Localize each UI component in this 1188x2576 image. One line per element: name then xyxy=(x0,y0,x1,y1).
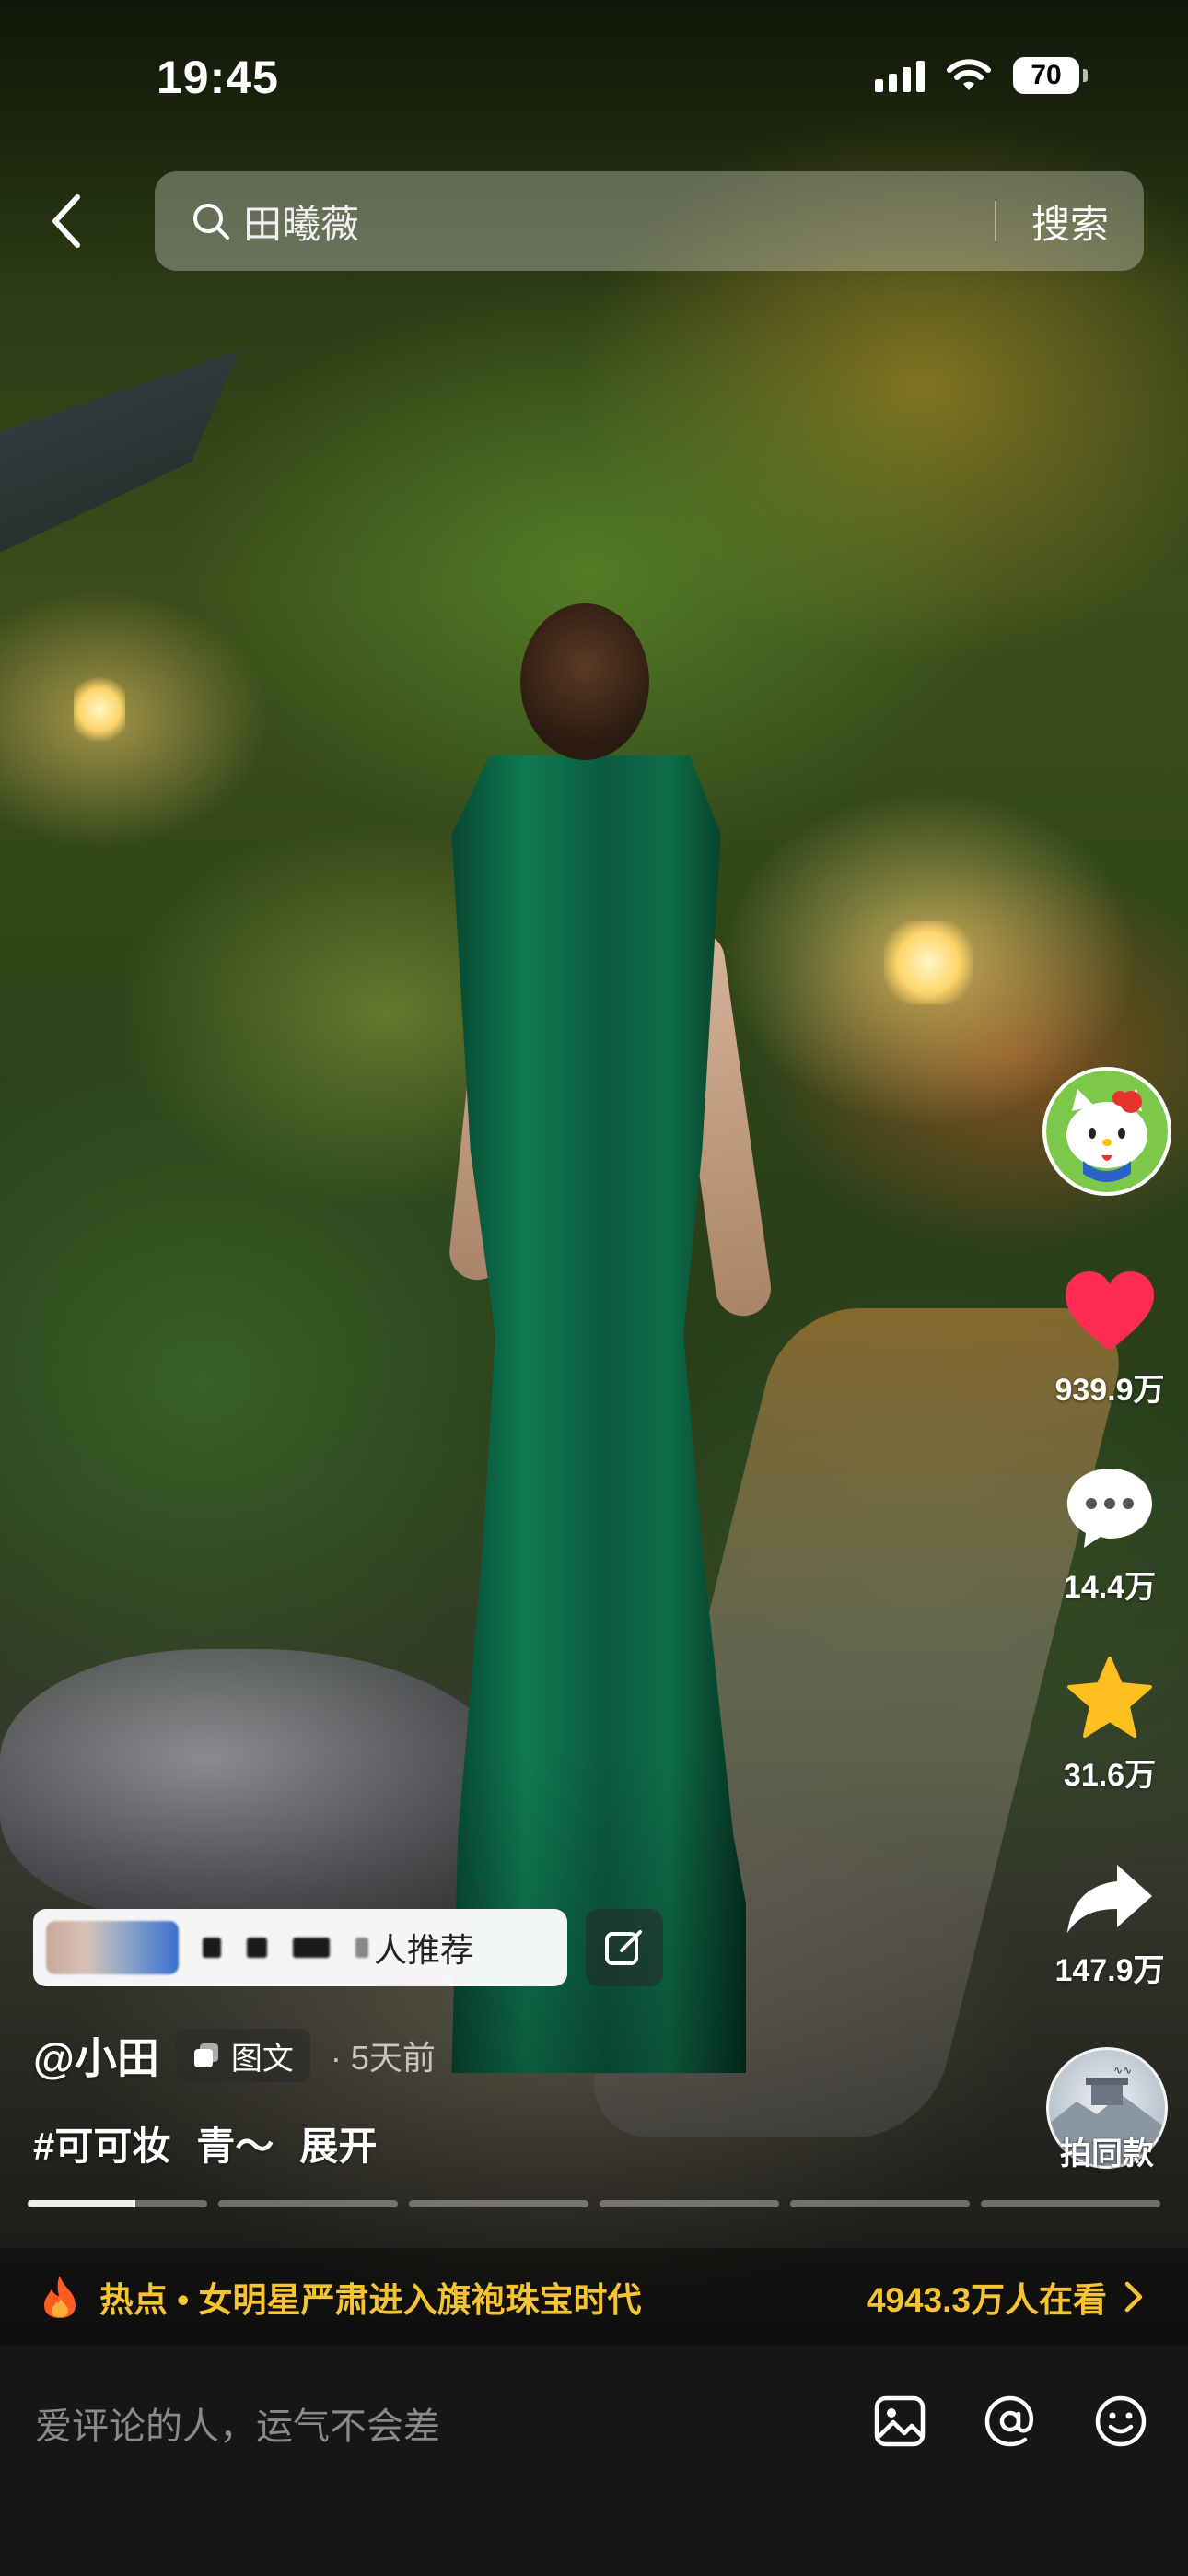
hashtag-link[interactable]: #可可妆 xyxy=(33,2115,170,2172)
post-image[interactable] xyxy=(0,0,1188,2345)
search-button[interactable]: 搜索 xyxy=(996,193,1144,250)
comment-bubble-icon xyxy=(1067,1469,1152,1548)
comment-input[interactable]: 爱评论的人，运气不会差 xyxy=(35,2396,440,2450)
pavilion-roof xyxy=(0,350,239,553)
share-button[interactable]: 147.9万 xyxy=(1041,1861,1179,1990)
recommend-chip[interactable]: 人推荐 xyxy=(33,1909,567,1986)
recommend-label: 人推荐 xyxy=(374,1931,474,1969)
image-picker-button[interactable] xyxy=(869,2391,930,2452)
at-sign-icon xyxy=(984,2395,1034,2447)
progress-segment xyxy=(28,2200,207,2207)
garden-lamp xyxy=(884,921,973,1004)
progress-segment xyxy=(409,2200,588,2207)
garden-lamp xyxy=(74,677,125,742)
emoji-button[interactable] xyxy=(1090,2391,1151,2452)
edit-icon xyxy=(605,1930,642,1965)
status-time: 19:45 xyxy=(157,52,279,103)
progress-segment xyxy=(981,2200,1160,2207)
edit-button[interactable] xyxy=(586,1909,663,1986)
caption: #可可妆 青～ 展开 xyxy=(33,2115,377,2172)
favorite-button[interactable]: 31.6万 xyxy=(1041,1655,1179,1795)
caption-text: 青～ xyxy=(196,2125,274,2168)
progress-segment xyxy=(790,2200,970,2207)
star-icon xyxy=(1067,1657,1152,1738)
recommender-avatars xyxy=(46,1921,179,1974)
cellular-signal-icon xyxy=(875,59,925,92)
expand-button[interactable]: 展开 xyxy=(299,2115,377,2172)
progress-segment-fill xyxy=(28,2200,135,2207)
comment-bar: 爱评论的人，运气不会差 xyxy=(0,2345,1188,2576)
share-count: 147.9万 xyxy=(1054,1953,1165,1988)
svg-text:∿∿: ∿∿ xyxy=(1113,2064,1132,2077)
post-type-tag: 图文 xyxy=(175,2029,310,2082)
post-time: · 5天前 xyxy=(330,2039,436,2077)
status-icons: 70 xyxy=(875,57,1088,94)
figure-head xyxy=(520,603,649,760)
comment-count: 14.4万 xyxy=(1063,1570,1157,1605)
battery-icon: 70 xyxy=(1013,57,1088,94)
smiley-icon xyxy=(1095,2395,1147,2447)
author-avatar[interactable] xyxy=(1042,1067,1171,1196)
chevron-left-icon xyxy=(52,194,80,248)
search-icon xyxy=(190,200,232,242)
search-input[interactable]: 田曦薇 xyxy=(243,193,995,250)
like-count: 939.9万 xyxy=(1054,1373,1165,1408)
author-name[interactable]: @小田 xyxy=(33,2025,159,2086)
progress-segment xyxy=(218,2200,398,2207)
mention-button[interactable] xyxy=(980,2391,1041,2452)
heart-icon xyxy=(1066,1271,1154,1351)
wifi-icon xyxy=(947,59,991,90)
favorite-count: 31.6万 xyxy=(1063,1758,1157,1793)
post-type-label: 图文 xyxy=(230,2041,294,2077)
use-template-label[interactable]: 拍同款 xyxy=(1022,2128,1188,2173)
search-bar[interactable]: 田曦薇 搜索 xyxy=(155,171,1144,271)
like-button[interactable]: 939.9万 xyxy=(1041,1270,1179,1410)
image-progress-indicator xyxy=(28,2200,1160,2207)
hot-topic-title: 热点 • 女明星严肃进入旗袍珠宝时代 xyxy=(99,2280,642,2319)
back-button[interactable] xyxy=(41,189,92,253)
hot-topic-bar[interactable]: 热点 • 女明星严肃进入旗袍珠宝时代 4943.3万人在看 xyxy=(0,2248,1188,2345)
fire-icon xyxy=(41,2274,81,2320)
comment-button[interactable]: 14.4万 xyxy=(1041,1465,1179,1607)
progress-segment xyxy=(600,2200,779,2207)
share-arrow-icon xyxy=(1067,1865,1152,1933)
hello-kitty-avatar-icon xyxy=(1046,1071,1168,1192)
image-icon xyxy=(874,2395,926,2447)
blurred-names xyxy=(203,1938,368,1958)
hot-viewer-count: 4943.3万人在看 xyxy=(866,2280,1107,2319)
author-row: @小田 图文 · 5天前 xyxy=(33,2025,436,2086)
chevron-right-icon xyxy=(1124,2281,1151,2313)
image-text-icon xyxy=(193,2043,218,2067)
